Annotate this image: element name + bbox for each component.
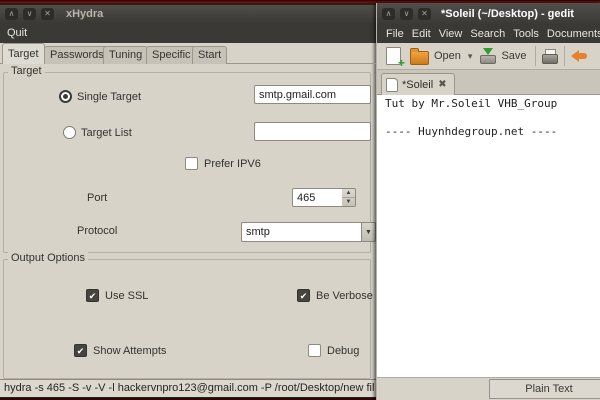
menu-documents[interactable]: Documents: [544, 26, 600, 42]
tab-soleil-label: *Soleil: [402, 79, 433, 91]
editor-line: Tut by Mr.Soleil VHB_Group: [385, 97, 600, 111]
tab-soleil[interactable]: *Soleil ✖: [381, 73, 455, 95]
target-group-label: Target: [8, 65, 45, 77]
prefer-ipv6-checkbox[interactable]: [185, 157, 198, 170]
command-preview[interactable]: hydra -s 465 -S -v -V -l hackervnpro123@…: [0, 379, 376, 397]
use-ssl-checkbox[interactable]: ✔: [86, 289, 99, 302]
gedit-menubar: File Edit View Search Tools Documents: [377, 25, 600, 43]
protocol-label: Protocol: [77, 225, 117, 237]
gedit-titlebar[interactable]: ∧ ∨ ✕ *Soleil (~/Desktop) - gedit: [377, 3, 600, 25]
xhydra-titlebar[interactable]: ∧ ∨ ✕ xHydra: [0, 5, 376, 23]
gedit-window: ∧ ∨ ✕ *Soleil (~/Desktop) - gedit File E…: [376, 3, 600, 400]
undo-icon[interactable]: [571, 49, 587, 63]
debug-checkbox[interactable]: [308, 344, 321, 357]
target-list-input[interactable]: [254, 122, 371, 141]
gedit-toolbar: + Open ▾ Save: [377, 43, 600, 70]
xhydra-tab-strip: Target Passwords Tuning Specific Start: [0, 43, 376, 64]
protocol-select[interactable]: smtp: [241, 222, 362, 242]
unshade-icon[interactable]: ∨: [23, 8, 36, 20]
print-icon[interactable]: [542, 49, 558, 64]
tab-passwords[interactable]: Passwords: [44, 46, 110, 64]
open-folder-icon[interactable]: [410, 51, 429, 65]
save-icon[interactable]: [480, 48, 496, 64]
combo-arrow-icon: ▼: [365, 229, 372, 236]
shade-icon[interactable]: ∧: [382, 8, 395, 20]
editor-line: ---- Huynhdegroup.net ----: [385, 125, 600, 139]
save-button[interactable]: Save: [501, 50, 526, 62]
port-label: Port: [87, 192, 107, 204]
tab-target[interactable]: Target: [2, 43, 45, 64]
tab-close-icon[interactable]: ✖: [438, 79, 446, 90]
check-icon: ✔: [87, 290, 98, 302]
be-verbose-label: Be Verbose: [316, 290, 373, 302]
toolbar-separator: [564, 46, 565, 66]
use-ssl-label: Use SSL: [105, 290, 148, 302]
toolbar-separator: [535, 46, 536, 66]
protocol-dropdown-button[interactable]: ▼: [361, 222, 376, 242]
menu-quit[interactable]: Quit: [2, 25, 32, 41]
gedit-window-title: *Soleil (~/Desktop) - gedit: [441, 8, 574, 20]
editor-text-area[interactable]: Tut by Mr.Soleil VHB_Group ---- Huynhdeg…: [377, 95, 600, 377]
unshade-icon[interactable]: ∨: [400, 8, 413, 20]
tab-tuning[interactable]: Tuning: [103, 46, 148, 64]
prefer-ipv6-label: Prefer IPV6: [204, 158, 261, 170]
debug-label: Debug: [327, 345, 359, 357]
menu-tools[interactable]: Tools: [510, 26, 542, 42]
target-list-label: Target List: [81, 127, 132, 139]
plus-badge-icon: +: [398, 56, 405, 70]
port-stepper[interactable]: ▲ ▼: [342, 188, 356, 207]
new-document-icon[interactable]: +: [386, 47, 401, 65]
target-list-radio[interactable]: [63, 126, 76, 139]
gedit-statusbar: Plain Text: [377, 377, 600, 400]
open-button[interactable]: Open: [434, 50, 461, 62]
check-icon: ✔: [298, 290, 309, 302]
port-input[interactable]: [292, 188, 343, 207]
xhydra-menubar: Quit: [0, 23, 376, 43]
output-options-frame: [3, 259, 371, 379]
single-target-label: Single Target: [77, 91, 141, 103]
menu-edit[interactable]: Edit: [409, 26, 434, 42]
shade-icon[interactable]: ∧: [5, 8, 18, 20]
xhydra-window: ∧ ∨ ✕ xHydra Quit Target Passwords Tunin…: [0, 5, 376, 397]
check-icon: ✔: [75, 345, 86, 357]
spin-up-icon[interactable]: ▲: [342, 189, 355, 198]
menu-search[interactable]: Search: [467, 26, 508, 42]
desktop-background: ∧ ∨ ✕ xHydra Quit Target Passwords Tunin…: [0, 0, 600, 400]
output-options-label: Output Options: [8, 252, 88, 264]
single-target-input[interactable]: [254, 85, 371, 104]
spin-down-icon[interactable]: ▼: [342, 198, 355, 207]
language-mode-button[interactable]: Plain Text: [489, 379, 600, 399]
open-dropdown-icon[interactable]: ▾: [468, 51, 473, 62]
show-attempts-checkbox[interactable]: ✔: [74, 344, 87, 357]
document-icon: [386, 78, 398, 92]
menu-view[interactable]: View: [436, 26, 466, 42]
menu-file[interactable]: File: [383, 26, 407, 42]
be-verbose-checkbox[interactable]: ✔: [297, 289, 310, 302]
close-icon[interactable]: ✕: [418, 8, 431, 20]
tab-start[interactable]: Start: [192, 46, 227, 64]
show-attempts-label: Show Attempts: [93, 345, 166, 357]
xhydra-window-title: xHydra: [66, 8, 103, 20]
gedit-tab-bar: *Soleil ✖: [377, 70, 600, 95]
tab-specific[interactable]: Specific: [146, 46, 197, 64]
single-target-radio[interactable]: [59, 90, 72, 103]
editor-line: [385, 111, 600, 125]
close-icon[interactable]: ✕: [41, 8, 54, 20]
